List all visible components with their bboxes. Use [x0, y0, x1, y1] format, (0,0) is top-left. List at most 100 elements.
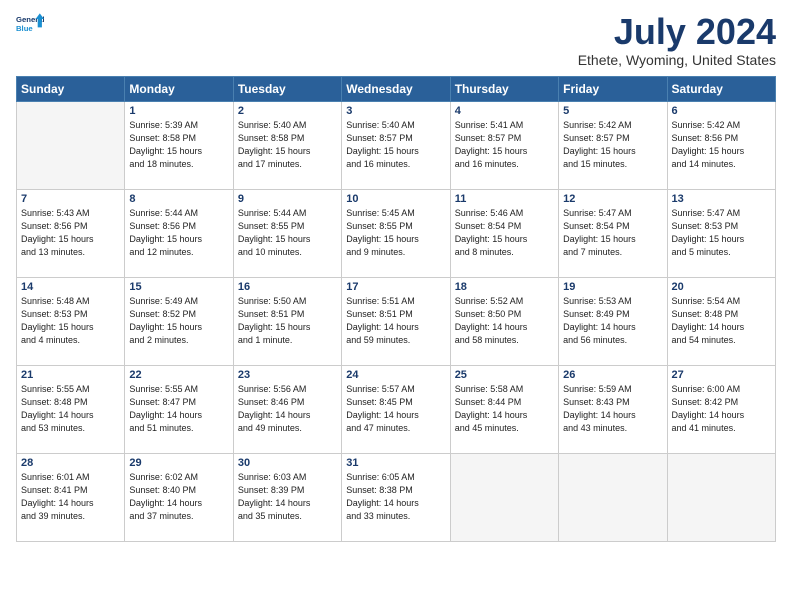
day-info: Sunrise: 5:53 AM Sunset: 8:49 PM Dayligh…: [563, 295, 662, 347]
calendar-cell: 22 Sunrise: 5:55 AM Sunset: 8:47 PM Dayli…: [125, 365, 233, 453]
calendar-cell: 7 Sunrise: 5:43 AM Sunset: 8:56 PM Daylig…: [17, 189, 125, 277]
day-number: 26: [563, 369, 662, 381]
day-number: 15: [129, 281, 228, 293]
day-number: 13: [672, 193, 771, 205]
day-number: 8: [129, 193, 228, 205]
day-info: Sunrise: 5:42 AM Sunset: 8:57 PM Dayligh…: [563, 119, 662, 171]
day-info: Sunrise: 5:59 AM Sunset: 8:43 PM Dayligh…: [563, 383, 662, 435]
day-number: 25: [455, 369, 554, 381]
logo-icon: General Blue: [16, 12, 44, 40]
day-number: 5: [563, 105, 662, 117]
day-info: Sunrise: 5:43 AM Sunset: 8:56 PM Dayligh…: [21, 207, 120, 259]
subtitle: Ethete, Wyoming, United States: [578, 52, 776, 68]
calendar: SundayMondayTuesdayWednesdayThursdayFrid…: [16, 76, 776, 542]
calendar-cell: 5 Sunrise: 5:42 AM Sunset: 8:57 PM Daylig…: [559, 101, 667, 189]
calendar-cell: [667, 453, 775, 541]
day-number: 10: [346, 193, 445, 205]
day-info: Sunrise: 5:41 AM Sunset: 8:57 PM Dayligh…: [455, 119, 554, 171]
day-number: 6: [672, 105, 771, 117]
calendar-cell: 1 Sunrise: 5:39 AM Sunset: 8:58 PM Daylig…: [125, 101, 233, 189]
day-info: Sunrise: 5:49 AM Sunset: 8:52 PM Dayligh…: [129, 295, 228, 347]
day-info: Sunrise: 5:51 AM Sunset: 8:51 PM Dayligh…: [346, 295, 445, 347]
day-info: Sunrise: 5:47 AM Sunset: 8:54 PM Dayligh…: [563, 207, 662, 259]
calendar-cell: 9 Sunrise: 5:44 AM Sunset: 8:55 PM Daylig…: [233, 189, 341, 277]
calendar-week-row: 7 Sunrise: 5:43 AM Sunset: 8:56 PM Daylig…: [17, 189, 776, 277]
calendar-cell: 24Sunrise: 5:57 AM Sunset: 8:45 PM Dayli…: [342, 365, 450, 453]
calendar-cell: 16 Sunrise: 5:50 AM Sunset: 8:51 PM Dayli…: [233, 277, 341, 365]
calendar-cell: 23Sunrise: 5:56 AM Sunset: 8:46 PM Dayli…: [233, 365, 341, 453]
day-info: Sunrise: 5:44 AM Sunset: 8:55 PM Dayligh…: [238, 207, 337, 259]
calendar-cell: 30Sunrise: 6:03 AM Sunset: 8:39 PM Dayli…: [233, 453, 341, 541]
calendar-cell: [17, 101, 125, 189]
calendar-cell: 4 Sunrise: 5:41 AM Sunset: 8:57 PM Daylig…: [450, 101, 558, 189]
calendar-cell: 21Sunrise: 5:55 AM Sunset: 8:48 PM Dayli…: [17, 365, 125, 453]
day-info: Sunrise: 6:03 AM Sunset: 8:39 PM Dayligh…: [238, 471, 337, 523]
day-info: Sunrise: 5:52 AM Sunset: 8:50 PM Dayligh…: [455, 295, 554, 347]
day-info: Sunrise: 5:58 AM Sunset: 8:44 PM Dayligh…: [455, 383, 554, 435]
day-number: 9: [238, 193, 337, 205]
calendar-day-header: Monday: [125, 76, 233, 101]
calendar-cell: 12 Sunrise: 5:47 AM Sunset: 8:54 PM Dayli…: [559, 189, 667, 277]
day-info: Sunrise: 5:46 AM Sunset: 8:54 PM Dayligh…: [455, 207, 554, 259]
calendar-day-header: Wednesday: [342, 76, 450, 101]
day-info: Sunrise: 5:50 AM Sunset: 8:51 PM Dayligh…: [238, 295, 337, 347]
day-number: 3: [346, 105, 445, 117]
day-info: Sunrise: 5:54 AM Sunset: 8:48 PM Dayligh…: [672, 295, 771, 347]
day-number: 22: [129, 369, 228, 381]
calendar-cell: [559, 453, 667, 541]
day-info: Sunrise: 5:47 AM Sunset: 8:53 PM Dayligh…: [672, 207, 771, 259]
day-number: 29: [129, 457, 228, 469]
calendar-cell: [450, 453, 558, 541]
calendar-day-header: Sunday: [17, 76, 125, 101]
calendar-cell: 10 Sunrise: 5:45 AM Sunset: 8:55 PM Dayli…: [342, 189, 450, 277]
calendar-cell: 26 Sunrise: 5:59 AM Sunset: 8:43 PM Dayli…: [559, 365, 667, 453]
day-number: 2: [238, 105, 337, 117]
calendar-cell: 25 Sunrise: 5:58 AM Sunset: 8:44 PM Dayli…: [450, 365, 558, 453]
calendar-cell: 28Sunrise: 6:01 AM Sunset: 8:41 PM Dayli…: [17, 453, 125, 541]
calendar-day-header: Thursday: [450, 76, 558, 101]
day-number: 31: [346, 457, 445, 469]
calendar-cell: 27Sunrise: 6:00 AM Sunset: 8:42 PM Dayli…: [667, 365, 775, 453]
calendar-week-row: 21Sunrise: 5:55 AM Sunset: 8:48 PM Dayli…: [17, 365, 776, 453]
calendar-week-row: 1 Sunrise: 5:39 AM Sunset: 8:58 PM Daylig…: [17, 101, 776, 189]
day-info: Sunrise: 6:02 AM Sunset: 8:40 PM Dayligh…: [129, 471, 228, 523]
calendar-week-row: 28Sunrise: 6:01 AM Sunset: 8:41 PM Dayli…: [17, 453, 776, 541]
day-info: Sunrise: 5:40 AM Sunset: 8:57 PM Dayligh…: [346, 119, 445, 171]
calendar-day-header: Friday: [559, 76, 667, 101]
main-title: July 2024: [578, 12, 776, 52]
day-info: Sunrise: 5:55 AM Sunset: 8:47 PM Dayligh…: [129, 383, 228, 435]
calendar-cell: 8 Sunrise: 5:44 AM Sunset: 8:56 PM Daylig…: [125, 189, 233, 277]
day-number: 14: [21, 281, 120, 293]
day-number: 12: [563, 193, 662, 205]
day-info: Sunrise: 5:48 AM Sunset: 8:53 PM Dayligh…: [21, 295, 120, 347]
day-info: Sunrise: 5:45 AM Sunset: 8:55 PM Dayligh…: [346, 207, 445, 259]
calendar-cell: 17 Sunrise: 5:51 AM Sunset: 8:51 PM Dayli…: [342, 277, 450, 365]
calendar-cell: 2Sunrise: 5:40 AM Sunset: 8:58 PM Daylig…: [233, 101, 341, 189]
day-number: 20: [672, 281, 771, 293]
day-number: 4: [455, 105, 554, 117]
calendar-cell: 6 Sunrise: 5:42 AM Sunset: 8:56 PM Daylig…: [667, 101, 775, 189]
day-info: Sunrise: 5:56 AM Sunset: 8:46 PM Dayligh…: [238, 383, 337, 435]
day-number: 24: [346, 369, 445, 381]
day-number: 18: [455, 281, 554, 293]
calendar-cell: 13 Sunrise: 5:47 AM Sunset: 8:53 PM Dayli…: [667, 189, 775, 277]
calendar-day-header: Tuesday: [233, 76, 341, 101]
day-number: 17: [346, 281, 445, 293]
svg-text:Blue: Blue: [16, 24, 33, 33]
day-info: Sunrise: 5:44 AM Sunset: 8:56 PM Dayligh…: [129, 207, 228, 259]
day-number: 7: [21, 193, 120, 205]
calendar-header-row: SundayMondayTuesdayWednesdayThursdayFrid…: [17, 76, 776, 101]
day-number: 28: [21, 457, 120, 469]
calendar-cell: 11Sunrise: 5:46 AM Sunset: 8:54 PM Dayli…: [450, 189, 558, 277]
calendar-day-header: Saturday: [667, 76, 775, 101]
title-area: July 2024 Ethete, Wyoming, United States: [578, 12, 776, 68]
calendar-cell: 15 Sunrise: 5:49 AM Sunset: 8:52 PM Dayli…: [125, 277, 233, 365]
day-info: Sunrise: 5:39 AM Sunset: 8:58 PM Dayligh…: [129, 119, 228, 171]
day-info: Sunrise: 5:42 AM Sunset: 8:56 PM Dayligh…: [672, 119, 771, 171]
calendar-cell: 18 Sunrise: 5:52 AM Sunset: 8:50 PM Dayli…: [450, 277, 558, 365]
day-info: Sunrise: 6:00 AM Sunset: 8:42 PM Dayligh…: [672, 383, 771, 435]
day-number: 21: [21, 369, 120, 381]
day-number: 1: [129, 105, 228, 117]
calendar-cell: 31Sunrise: 6:05 AM Sunset: 8:38 PM Dayli…: [342, 453, 450, 541]
day-number: 16: [238, 281, 337, 293]
